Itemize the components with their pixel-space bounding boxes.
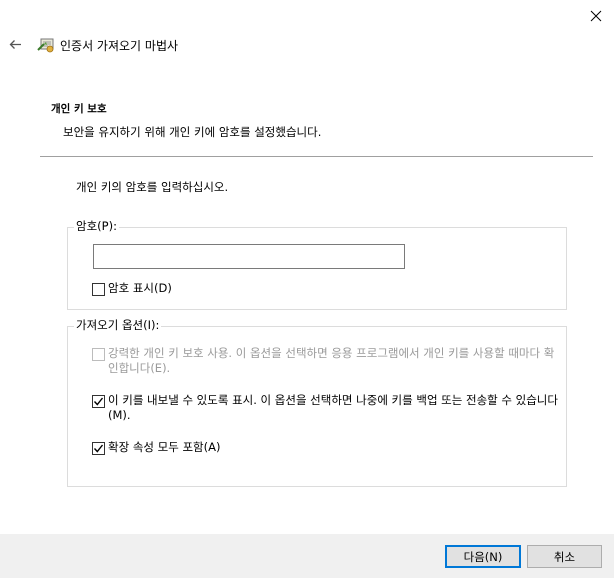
header-divider — [40, 156, 593, 157]
wizard-footer — [0, 534, 614, 578]
checkmark-icon — [93, 397, 104, 406]
back-button[interactable] — [6, 34, 24, 54]
cancel-button[interactable]: 취소 — [527, 545, 602, 568]
close-icon — [590, 10, 602, 22]
strong-protection-label: 강력한 개인 키 보호 사용. 이 옵션을 선택하면 응용 프로그램에서 개인 … — [108, 346, 555, 375]
show-password-checkbox-box[interactable] — [92, 283, 105, 296]
show-password-checkbox[interactable]: 암호 표시(D) — [92, 281, 172, 296]
extended-properties-label: 확장 속성 모두 포함(A) — [108, 440, 221, 454]
wizard-title: 인증서 가져오기 마법사 — [60, 39, 179, 53]
password-group-legend: 암호(P): — [74, 218, 119, 234]
strong-protection-checkbox[interactable] — [92, 348, 105, 361]
extended-properties-option[interactable]: 확장 속성 모두 포함(A) — [92, 440, 562, 455]
page-section-description: 보안을 유지하기 위해 개인 키에 암호를 설정했습니다. — [63, 125, 322, 139]
extended-properties-checkbox[interactable] — [92, 442, 105, 455]
exportable-key-checkbox[interactable] — [92, 395, 105, 408]
certificate-wizard-icon — [36, 36, 56, 54]
password-input[interactable] — [93, 244, 405, 269]
next-button[interactable]: 다음(N) — [445, 545, 521, 568]
checkmark-icon — [93, 444, 104, 453]
instruction-text: 개인 키의 암호를 입력하십시오. — [76, 180, 229, 194]
import-options-legend: 가져오기 옵션(I): — [74, 317, 162, 333]
strong-protection-option[interactable]: 강력한 개인 키 보호 사용. 이 옵션을 선택하면 응용 프로그램에서 개인 … — [92, 346, 562, 376]
close-button[interactable] — [583, 6, 609, 26]
show-password-label: 암호 표시(D) — [108, 281, 172, 295]
exportable-key-option[interactable]: 이 키를 내보낼 수 있도록 표시. 이 옵션을 선택하면 나중에 키를 백업 … — [92, 393, 562, 423]
page-section-title: 개인 키 보호 — [51, 103, 107, 115]
back-arrow-icon — [9, 39, 21, 49]
exportable-key-label: 이 키를 내보낼 수 있도록 표시. 이 옵션을 선택하면 나중에 키를 백업 … — [108, 393, 558, 422]
